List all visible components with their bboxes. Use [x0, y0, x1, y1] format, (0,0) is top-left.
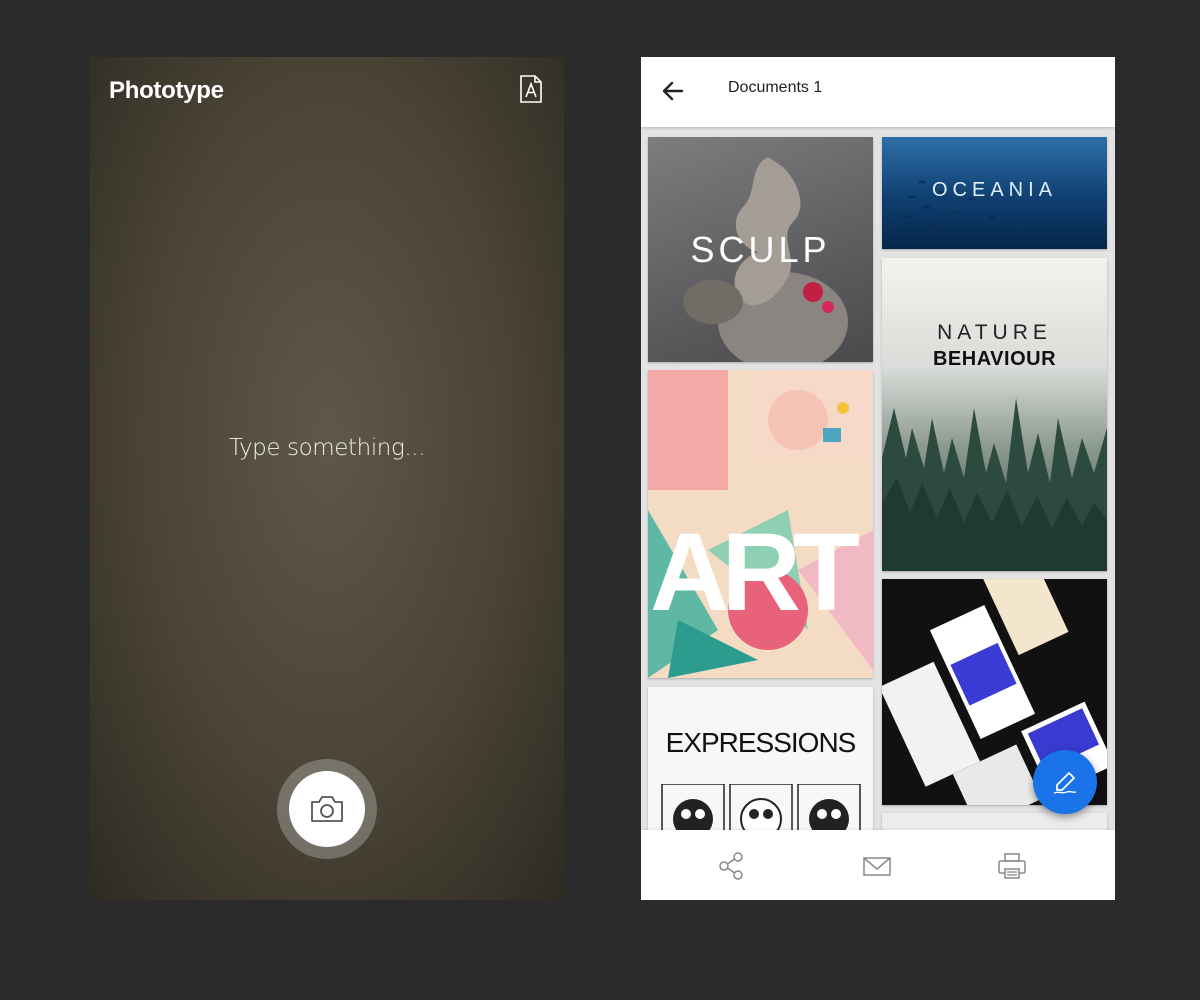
document-card-nature[interactable]: NATURE BEHAVIOUR [882, 258, 1107, 571]
document-card-oceania[interactable]: OCEANIA [882, 137, 1107, 249]
document-card-art[interactable]: ART [648, 370, 873, 678]
forest-image [882, 398, 1107, 571]
app-bar: Documents 1 [641, 57, 1115, 127]
print-icon[interactable] [996, 850, 1028, 882]
mail-icon[interactable] [861, 850, 893, 882]
shutter-inner [289, 771, 365, 847]
card-title-oceania: OCEANIA [931, 179, 1058, 201]
camera-screen: Phototype Type something... [90, 57, 564, 900]
font-document-icon[interactable] [520, 75, 542, 103]
art-letters: ART [650, 511, 860, 634]
arrow-left-icon[interactable] [659, 77, 687, 105]
app-logo: Phototype [109, 77, 224, 104]
card-title-sculp: SCULP [690, 229, 831, 270]
share-icon[interactable] [715, 850, 747, 882]
document-card-expressions[interactable]: EXPRESSIONS [648, 687, 873, 847]
camera-icon [311, 796, 343, 822]
text-prompt[interactable]: Type something... [90, 435, 564, 461]
card-subtitle-behaviour: BEHAVIOUR [932, 348, 1057, 370]
art-poster-image: ART [648, 370, 873, 678]
shutter-button[interactable] [277, 759, 377, 859]
bottom-action-bar [641, 830, 1115, 900]
card-title-nature: NATURE [937, 321, 1052, 344]
documents-screen: Documents 1 SCULP OCEANIA NATURE BEHAVIO… [641, 57, 1115, 900]
signature-pen-icon [1053, 772, 1077, 794]
page-title: Documents 1 [728, 79, 823, 96]
document-card-sculp[interactable]: SCULP [648, 137, 873, 362]
signature-fab[interactable] [1033, 750, 1097, 814]
card-title-expressions: EXPRESSIONS [665, 727, 857, 758]
